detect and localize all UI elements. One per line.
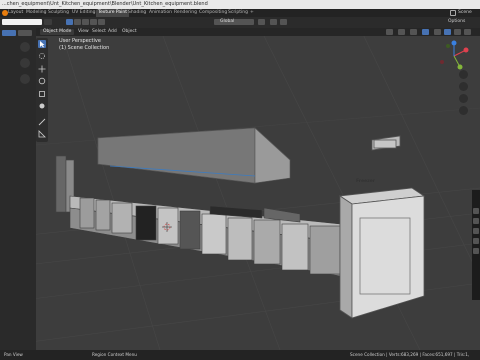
properties-tab-object-icon[interactable] — [473, 248, 479, 254]
transform-tool-icon[interactable] — [38, 102, 46, 110]
gizmo-toggle-icon[interactable] — [398, 29, 405, 35]
view-icon[interactable] — [20, 42, 30, 52]
browse-icon[interactable] — [44, 19, 52, 25]
annotate-tool-icon[interactable] — [38, 118, 46, 126]
viewport-scene — [0, 28, 480, 350]
tab-shading[interactable]: Shading — [128, 9, 146, 17]
properties-tab-output-icon[interactable] — [473, 228, 479, 234]
orientation-label: Global — [220, 19, 235, 24]
pan-hand-icon[interactable] — [459, 82, 468, 91]
shading-rendered-icon[interactable] — [464, 29, 471, 35]
scale-tool-icon[interactable] — [38, 90, 46, 98]
shading-solid-icon[interactable] — [444, 29, 451, 35]
tab-uv-editing[interactable]: UV Editing — [72, 9, 95, 17]
viewport-header: Object Mode View Select Add Object — [36, 28, 480, 36]
workspace-bar: Layout Modeling Sculpting UV Editing Tex… — [0, 9, 480, 17]
tab-layout[interactable]: Layout — [8, 9, 23, 17]
select-extend-icon[interactable] — [74, 19, 81, 25]
select-intersect-icon[interactable] — [98, 19, 105, 25]
camera-view-icon[interactable] — [459, 94, 468, 103]
view-object-types-icon[interactable] — [386, 29, 393, 35]
left-side-panel — [0, 28, 36, 350]
perspective-toggle-icon[interactable] — [459, 106, 468, 115]
menu-object[interactable]: Object — [122, 28, 137, 36]
status-context-menu: Region Context Menu — [92, 352, 137, 357]
menu-select[interactable]: Select — [92, 28, 106, 36]
tool-settings-bar: Global Options — [0, 17, 480, 28]
brush-icon[interactable] — [20, 74, 30, 84]
properties-tab-scene-icon[interactable] — [473, 238, 479, 244]
tab-modeling[interactable]: Modeling — [26, 9, 46, 17]
range-hood — [97, 127, 291, 184]
shading-material-icon[interactable] — [454, 29, 461, 35]
shading-wireframe-icon[interactable] — [434, 29, 441, 35]
editor-type-icon[interactable] — [2, 30, 16, 36]
navigation-gizmo[interactable] — [438, 40, 470, 72]
object-mode-dropdown[interactable]: Object Mode — [40, 29, 74, 35]
walk-in-freezer — [338, 135, 426, 319]
tab-compositing[interactable]: Compositing — [199, 9, 227, 17]
window-title: ...chen_equipment\Unt_Kitchen_equipment\… — [2, 1, 208, 7]
scene-name[interactable]: Scene — [458, 9, 472, 17]
move-tool-icon[interactable] — [38, 65, 46, 73]
freezer-label: Freezer — [356, 179, 375, 184]
status-bar: Pan View Region Context Menu Scene Colle… — [0, 350, 480, 360]
paint-icon[interactable] — [20, 58, 30, 68]
tab-animation[interactable]: Animation — [149, 9, 172, 17]
rotate-tool-icon[interactable] — [38, 77, 46, 85]
3d-viewport[interactable]: User Perspective (1) Scene Collection Fr… — [0, 28, 480, 350]
tool-shelf — [36, 38, 48, 142]
tab-sculpting[interactable]: Sculpting — [48, 9, 69, 17]
zoom-icon[interactable] — [459, 70, 468, 79]
properties-tab-render-icon[interactable] — [473, 218, 479, 224]
proportional-edit-icon[interactable] — [280, 19, 287, 25]
status-pan-view: Pan View — [4, 352, 23, 357]
tab-scripting[interactable]: Scripting — [228, 9, 248, 17]
tab-rendering[interactable]: Rendering — [174, 9, 197, 17]
window-title-bar: ...chen_equipment\Unt_Kitchen_equipment\… — [0, 0, 480, 9]
select-invert-icon[interactable] — [90, 19, 97, 25]
select-tool-icon[interactable] — [38, 40, 46, 48]
status-scene-stats: Scene Collection | Verts:683,269 | Faces… — [350, 352, 470, 357]
orientation-dropdown[interactable]: Global — [214, 19, 254, 25]
cursor-tool-icon[interactable] — [38, 52, 46, 60]
kitchen-counter-row — [69, 195, 341, 277]
pivot-icon[interactable] — [258, 19, 265, 25]
properties-tabs-strip — [472, 190, 480, 300]
object-name-field[interactable] — [2, 19, 42, 25]
scene-icon — [450, 10, 456, 16]
xray-toggle-icon[interactable] — [422, 29, 429, 35]
select-subtract-icon[interactable] — [82, 19, 89, 25]
tab-texture-paint[interactable]: Texture Paint — [96, 9, 130, 17]
measure-tool-icon[interactable] — [38, 130, 46, 138]
snap-icon[interactable] — [270, 19, 277, 25]
add-workspace-icon[interactable]: + — [250, 9, 254, 17]
mode-icon[interactable] — [18, 30, 32, 36]
overlay-toggle-icon[interactable] — [410, 29, 417, 35]
menu-add[interactable]: Add — [108, 28, 117, 36]
view-name: User Perspective — [59, 38, 101, 44]
menu-view[interactable]: View — [78, 28, 89, 36]
options-dropdown[interactable]: Options — [448, 19, 465, 25]
select-box-icon[interactable] — [66, 19, 73, 25]
collection-name: (1) Scene Collection — [59, 45, 110, 51]
properties-tab-tool-icon[interactable] — [473, 208, 479, 214]
